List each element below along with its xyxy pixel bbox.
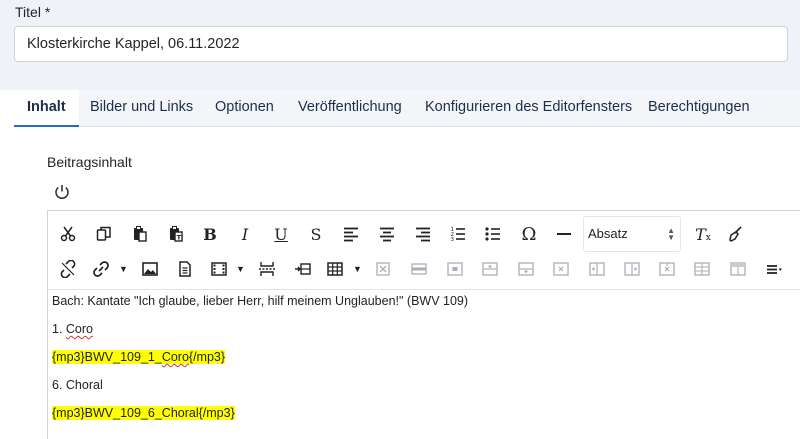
media-icon[interactable]	[206, 256, 232, 282]
split-cells-icon[interactable]	[689, 256, 715, 282]
ordered-list-icon[interactable]: 123	[445, 221, 471, 247]
delete-col-icon[interactable]	[654, 256, 680, 282]
insert-row-after-icon[interactable]	[513, 256, 539, 282]
insert-icon[interactable]	[290, 256, 316, 282]
italic-icon[interactable]: I	[232, 221, 258, 247]
insert-col-before-icon[interactable]	[584, 256, 610, 282]
cell-props-icon[interactable]	[442, 256, 468, 282]
align-center-icon[interactable]	[374, 221, 400, 247]
insert-row-before-icon[interactable]	[477, 256, 503, 282]
tab-inhalt[interactable]: Inhalt	[14, 90, 79, 127]
mp3-coro-highlight: {mp3}BWV_109_1_Coro{/mp3}	[52, 350, 226, 364]
tab-bilder-und-links[interactable]: Bilder und Links	[90, 90, 193, 127]
svg-text:T: T	[177, 234, 182, 242]
editor-toolbar: T B I U S 123 Ω Absatz ▲ ▼ Tx ▼ ▼ ▼	[48, 211, 800, 289]
svg-text:3: 3	[451, 237, 455, 243]
title-label: Titel *	[15, 4, 51, 20]
bold-icon[interactable]: B	[197, 221, 223, 247]
image-icon[interactable]	[137, 256, 163, 282]
omega-icon[interactable]: Ω	[516, 221, 542, 247]
content-line-mp3-choral: {mp3}BWV_109_6_Choral{/mp3}	[52, 405, 797, 433]
tab-bar: Inhalt Bilder und Links Optionen Veröffe…	[14, 90, 800, 127]
strikethrough-icon[interactable]: S	[303, 221, 329, 247]
media-dropdown-caret-icon[interactable]: ▼	[236, 264, 245, 274]
title-input[interactable]: Klosterkirche Kappel, 06.11.2022	[14, 26, 788, 62]
paste-text-icon[interactable]: T	[163, 221, 189, 247]
clear-format-icon[interactable]: Tx	[690, 221, 716, 247]
page-break-icon[interactable]	[254, 256, 280, 282]
editor-panel: Inhalt Bilder und Links Optionen Veröffe…	[0, 90, 800, 439]
horizontal-rule-icon[interactable]	[551, 221, 577, 247]
format-select[interactable]: Absatz ▲ ▼	[583, 216, 681, 252]
link-dropdown-caret-icon[interactable]: ▼	[119, 264, 128, 274]
row-props-icon[interactable]	[406, 256, 432, 282]
document-icon[interactable]	[172, 256, 198, 282]
mp3-choral-highlight: {mp3}BWV_109_6_Choral{/mp3}	[52, 406, 235, 420]
coro-word: Coro	[65, 322, 93, 336]
table-dropdown-caret-icon[interactable]: ▼	[353, 264, 362, 274]
mp3-coro-suffix: {/mp3}	[188, 350, 226, 364]
insert-col-after-icon[interactable]	[619, 256, 645, 282]
paste-icon[interactable]	[127, 221, 153, 247]
bullet-list-icon[interactable]	[480, 221, 506, 247]
table-icon[interactable]	[322, 256, 348, 282]
mp3-coro-word: Coro	[161, 350, 189, 364]
tab-editorfenster[interactable]: Konfigurieren des Editorfensters	[425, 90, 632, 127]
content-line-mp3-coro: {mp3}BWV_109_1_Coro{/mp3}	[52, 349, 797, 377]
rich-text-editor: T B I U S 123 Ω Absatz ▲ ▼ Tx ▼ ▼ ▼ Bach…	[47, 210, 800, 439]
link-icon[interactable]	[88, 256, 114, 282]
delete-row-icon[interactable]	[548, 256, 574, 282]
more-icon[interactable]	[761, 256, 787, 282]
delete-table-icon[interactable]	[370, 256, 396, 282]
clean-icon[interactable]	[723, 221, 749, 247]
format-select-value: Absatz	[588, 226, 628, 241]
tab-optionen[interactable]: Optionen	[215, 90, 274, 127]
content-label: Beitragsinhalt	[47, 154, 132, 170]
cut-icon[interactable]	[55, 221, 81, 247]
content-line-coro: 1. Coro	[52, 321, 797, 349]
unlink-icon[interactable]	[55, 256, 81, 282]
coro-number: 1.	[52, 322, 66, 336]
tab-berechtigungen[interactable]: Berechtigungen	[648, 90, 750, 127]
align-left-icon[interactable]	[338, 221, 364, 247]
content-line-title: Bach: Kantate "Ich glaube, lieber Herr, …	[52, 293, 797, 321]
toggle-editor-icon[interactable]	[53, 183, 71, 201]
tab-veroeffentlichung[interactable]: Veröffentlichung	[298, 90, 402, 127]
align-right-icon[interactable]	[410, 221, 436, 247]
select-arrows-icon: ▲ ▼	[667, 226, 675, 242]
content-line-choral: 6. Choral	[52, 377, 797, 405]
copy-icon[interactable]	[91, 221, 117, 247]
choral-text: 6. Choral	[52, 378, 103, 392]
mp3-coro-prefix: {mp3}BWV_109_1_	[52, 350, 162, 364]
underline-icon[interactable]: U	[268, 221, 294, 247]
content-line-title-text: Bach: Kantate "Ich glaube, lieber Herr, …	[52, 294, 469, 308]
merge-cells-icon[interactable]	[725, 256, 751, 282]
editor-content[interactable]: Bach: Kantate "Ich glaube, lieber Herr, …	[48, 289, 800, 439]
